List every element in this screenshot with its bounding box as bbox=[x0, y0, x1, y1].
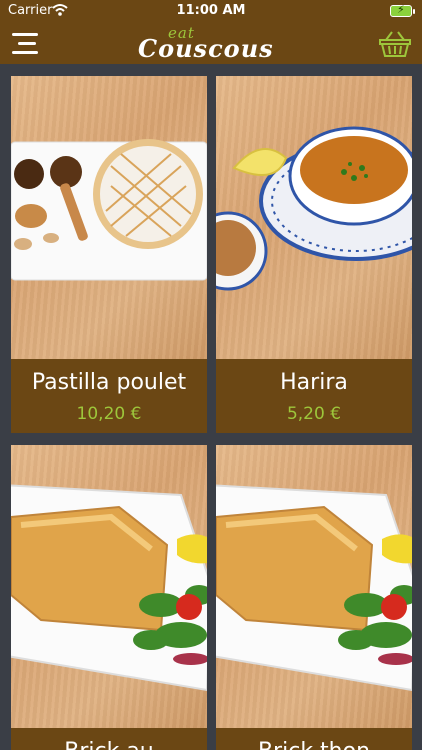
product-name: Brick au bbox=[11, 739, 207, 750]
product-photo-brick-thon bbox=[216, 445, 412, 728]
product-price: 10,20 € bbox=[76, 404, 142, 424]
product-name: Harira bbox=[280, 370, 348, 395]
status-time: 11:00 AM bbox=[176, 3, 246, 18]
product-name: Pastilla poulet bbox=[31, 370, 187, 395]
product-photo-harira bbox=[216, 76, 412, 359]
battery-icon: ⚡ bbox=[390, 3, 415, 17]
status-bar: Carrier 11:00 AM ⚡ bbox=[0, 0, 422, 22]
product-price: 5,20 € bbox=[286, 404, 342, 424]
product-photo-brick-au bbox=[11, 445, 207, 728]
product-name: Brick thon bbox=[216, 739, 412, 750]
product-card[interactable]: Harira 5,20 € bbox=[216, 76, 412, 433]
product-card[interactable]: Pastilla poulet 10,20 € bbox=[11, 76, 207, 433]
hamburger-menu-icon[interactable] bbox=[12, 33, 38, 55]
app-header: Carrier 11:00 AM ⚡ eat Couscous bbox=[0, 0, 422, 64]
charging-bolt-icon: ⚡ bbox=[397, 3, 405, 16]
product-card[interactable]: Brick au bbox=[11, 445, 207, 750]
product-card[interactable]: Brick thon bbox=[216, 445, 412, 750]
logo-couscous-text: Couscous bbox=[138, 34, 274, 63]
product-photo-pastilla bbox=[11, 76, 207, 359]
app-logo: eat Couscous bbox=[120, 24, 302, 63]
basket-icon[interactable] bbox=[378, 30, 412, 58]
